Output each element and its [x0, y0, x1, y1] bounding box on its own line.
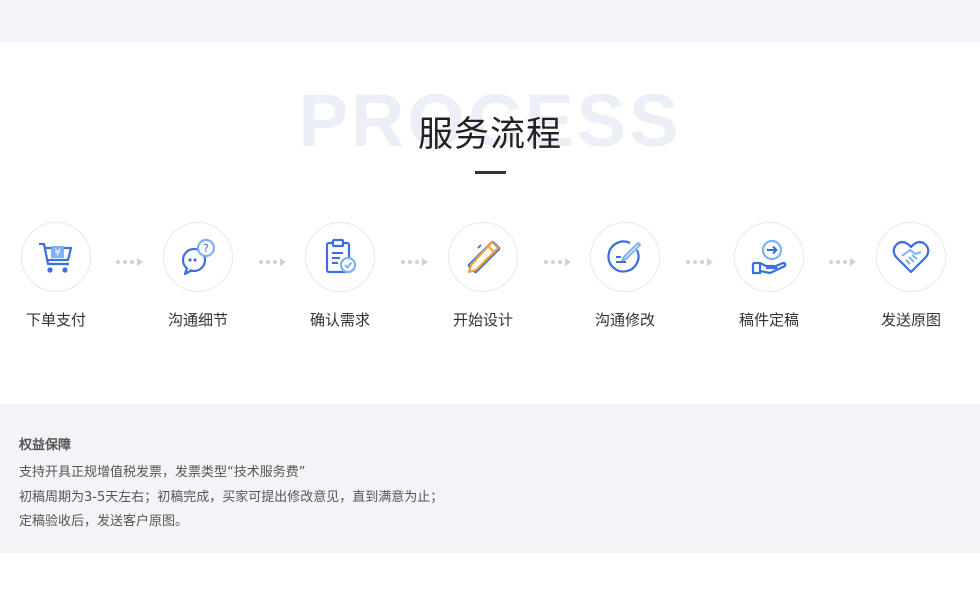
shopping-cart-icon: ¥	[39, 242, 73, 273]
step-icon-circle	[305, 222, 375, 292]
step-icon-circle	[876, 222, 946, 292]
step-label: 开始设计	[452, 311, 513, 329]
step-confirm-requirements: 确认需求	[285, 222, 395, 330]
edit-circle-icon	[607, 240, 641, 273]
benefit-line: 定稿验收后，发送客户原图。	[19, 514, 189, 529]
step-finalize-draft: 稿件定稿	[714, 222, 824, 330]
step-start-design: 开始设计	[428, 222, 538, 330]
svg-text:?: ?	[203, 242, 209, 255]
step-send-original: 发送原图	[856, 222, 966, 330]
step-communicate-details: ? 沟通细节	[143, 222, 253, 330]
step-label: 沟通修改	[594, 311, 655, 329]
top-band	[0, 0, 980, 42]
step-arrow	[401, 251, 428, 270]
chat-question-icon: ?	[181, 238, 216, 276]
section-title: 服务流程	[417, 115, 562, 155]
benefit-line: 初稿周期为3-5天左右；初稿完成，买家可提出修改意见，直到满意为止；	[19, 490, 444, 505]
step-revise: 沟通修改	[570, 222, 680, 330]
benefits-panel: 权益保障 支持开具正规增值税发票，发票类型“技术服务费” 初稿周期为3-5天左右…	[0, 404, 980, 553]
step-icon-circle: ¥	[21, 222, 91, 292]
step-arrow	[829, 251, 856, 270]
hand-arrow-icon	[751, 239, 787, 275]
title-underline	[475, 171, 506, 174]
step-icon-circle	[448, 222, 518, 292]
benefit-line: 支持开具正规增值税发票，发票类型“技术服务费”	[19, 465, 306, 480]
step-arrow	[259, 251, 286, 270]
step-label: 确认需求	[309, 311, 370, 329]
step-arrow	[116, 251, 143, 270]
step-icon-circle	[734, 222, 804, 292]
step-label: 沟通细节	[167, 311, 228, 329]
pencil-ruler-icon	[467, 240, 501, 274]
clipboard-check-icon	[325, 238, 357, 274]
step-icon-circle	[590, 222, 660, 292]
handshake-heart-icon	[892, 240, 930, 274]
step-order-payment: ¥ 下单支付	[1, 222, 111, 330]
process-section: PROCESS 服务流程 ¥ 下单支付 ? 沟通细节 确认需求 开始设计 沟通修…	[0, 42, 980, 404]
step-arrow	[544, 251, 571, 270]
svg-text:¥: ¥	[54, 248, 60, 259]
step-label: 发送原图	[880, 311, 941, 329]
step-icon-circle: ?	[163, 222, 233, 292]
benefits-title: 权益保障	[19, 438, 72, 453]
step-label: 下单支付	[25, 311, 86, 329]
step-arrow	[686, 251, 713, 270]
step-label: 稿件定稿	[738, 311, 799, 329]
